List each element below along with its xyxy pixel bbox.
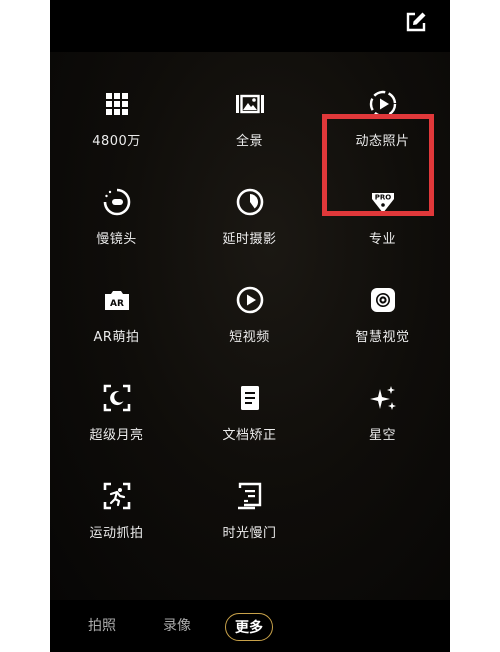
mode-label-smart-vision: 智慧视觉 xyxy=(355,330,410,345)
mode-smart-vision[interactable]: 智慧视觉 xyxy=(316,284,449,382)
edit-button[interactable] xyxy=(404,10,428,34)
play-circle-icon xyxy=(234,284,266,316)
starry-sky-icon xyxy=(367,382,399,414)
tab-more[interactable]: 更多 xyxy=(225,613,273,641)
mode-live-photo[interactable]: 动态照片 xyxy=(316,88,449,186)
mode-slow-motion[interactable]: 慢镜头 xyxy=(50,186,183,284)
tab-photo[interactable]: 拍照 xyxy=(88,615,116,635)
pro-icon: PRO xyxy=(367,186,399,218)
mode-motion-capture[interactable]: 运动抓拍 xyxy=(50,480,183,578)
slow-motion-icon xyxy=(101,186,133,218)
mode-label-panorama: 全景 xyxy=(235,134,263,149)
svg-text:PRO: PRO xyxy=(374,194,391,202)
ar-icon: AR xyxy=(101,284,133,316)
mode-label-pro: 专业 xyxy=(368,232,396,247)
mode-ar[interactable]: AR AR萌拍 xyxy=(50,284,183,382)
mode-label-live-photo: 动态照片 xyxy=(355,134,410,149)
mode-label-starry-sky: 星空 xyxy=(368,428,396,443)
mode-pro[interactable]: PRO 专业 xyxy=(316,186,449,284)
mode-document[interactable]: 文档矫正 xyxy=(183,382,316,480)
mode-time-lapse[interactable]: 延时摄影 xyxy=(183,186,316,284)
motion-capture-icon xyxy=(101,480,133,512)
mode-short-video[interactable]: 短视频 xyxy=(183,284,316,382)
slow-shutter-icon xyxy=(234,480,266,512)
mode-panorama[interactable]: 全景 xyxy=(183,88,316,186)
smart-vision-icon xyxy=(367,284,399,316)
super-moon-icon xyxy=(101,382,133,414)
mode-slow-shutter[interactable]: 时光慢门 xyxy=(183,480,316,578)
grid-dots-icon xyxy=(101,88,133,120)
mode-super-moon[interactable]: 超级月亮 xyxy=(50,382,183,480)
mode-starry-sky[interactable]: 星空 xyxy=(316,382,449,480)
mode-grid-area: 4800万 全景 动态照片 慢镜头 延时摄影 PRO 专业 AR AR萌拍 短视… xyxy=(50,52,450,600)
mode-label-48mp: 4800万 xyxy=(92,134,141,149)
tab-video[interactable]: 录像 xyxy=(163,615,191,635)
bottom-mode-bar: 拍照 录像 更多 xyxy=(50,600,450,652)
mode-label-slow-motion: 慢镜头 xyxy=(96,232,137,247)
mode-label-ar: AR萌拍 xyxy=(93,330,140,345)
panorama-icon xyxy=(234,88,266,120)
edit-icon xyxy=(406,12,426,32)
document-icon xyxy=(234,382,266,414)
camera-mode-screen: 4800万 全景 动态照片 慢镜头 延时摄影 PRO 专业 AR AR萌拍 短视… xyxy=(50,0,450,652)
mode-label-super-moon: 超级月亮 xyxy=(89,428,144,443)
time-lapse-icon xyxy=(234,186,266,218)
svg-text:AR: AR xyxy=(110,299,124,309)
mode-label-slow-shutter: 时光慢门 xyxy=(222,526,277,541)
mode-label-motion-capture: 运动抓拍 xyxy=(89,526,144,541)
live-photo-icon xyxy=(367,88,399,120)
mode-label-document: 文档矫正 xyxy=(222,428,277,443)
mode-label-time-lapse: 延时摄影 xyxy=(222,232,277,247)
mode-48mp[interactable]: 4800万 xyxy=(50,88,183,186)
top-bar xyxy=(50,0,450,52)
mode-grid: 4800万 全景 动态照片 慢镜头 延时摄影 PRO 专业 AR AR萌拍 短视… xyxy=(50,88,450,578)
mode-label-short-video: 短视频 xyxy=(229,330,270,345)
